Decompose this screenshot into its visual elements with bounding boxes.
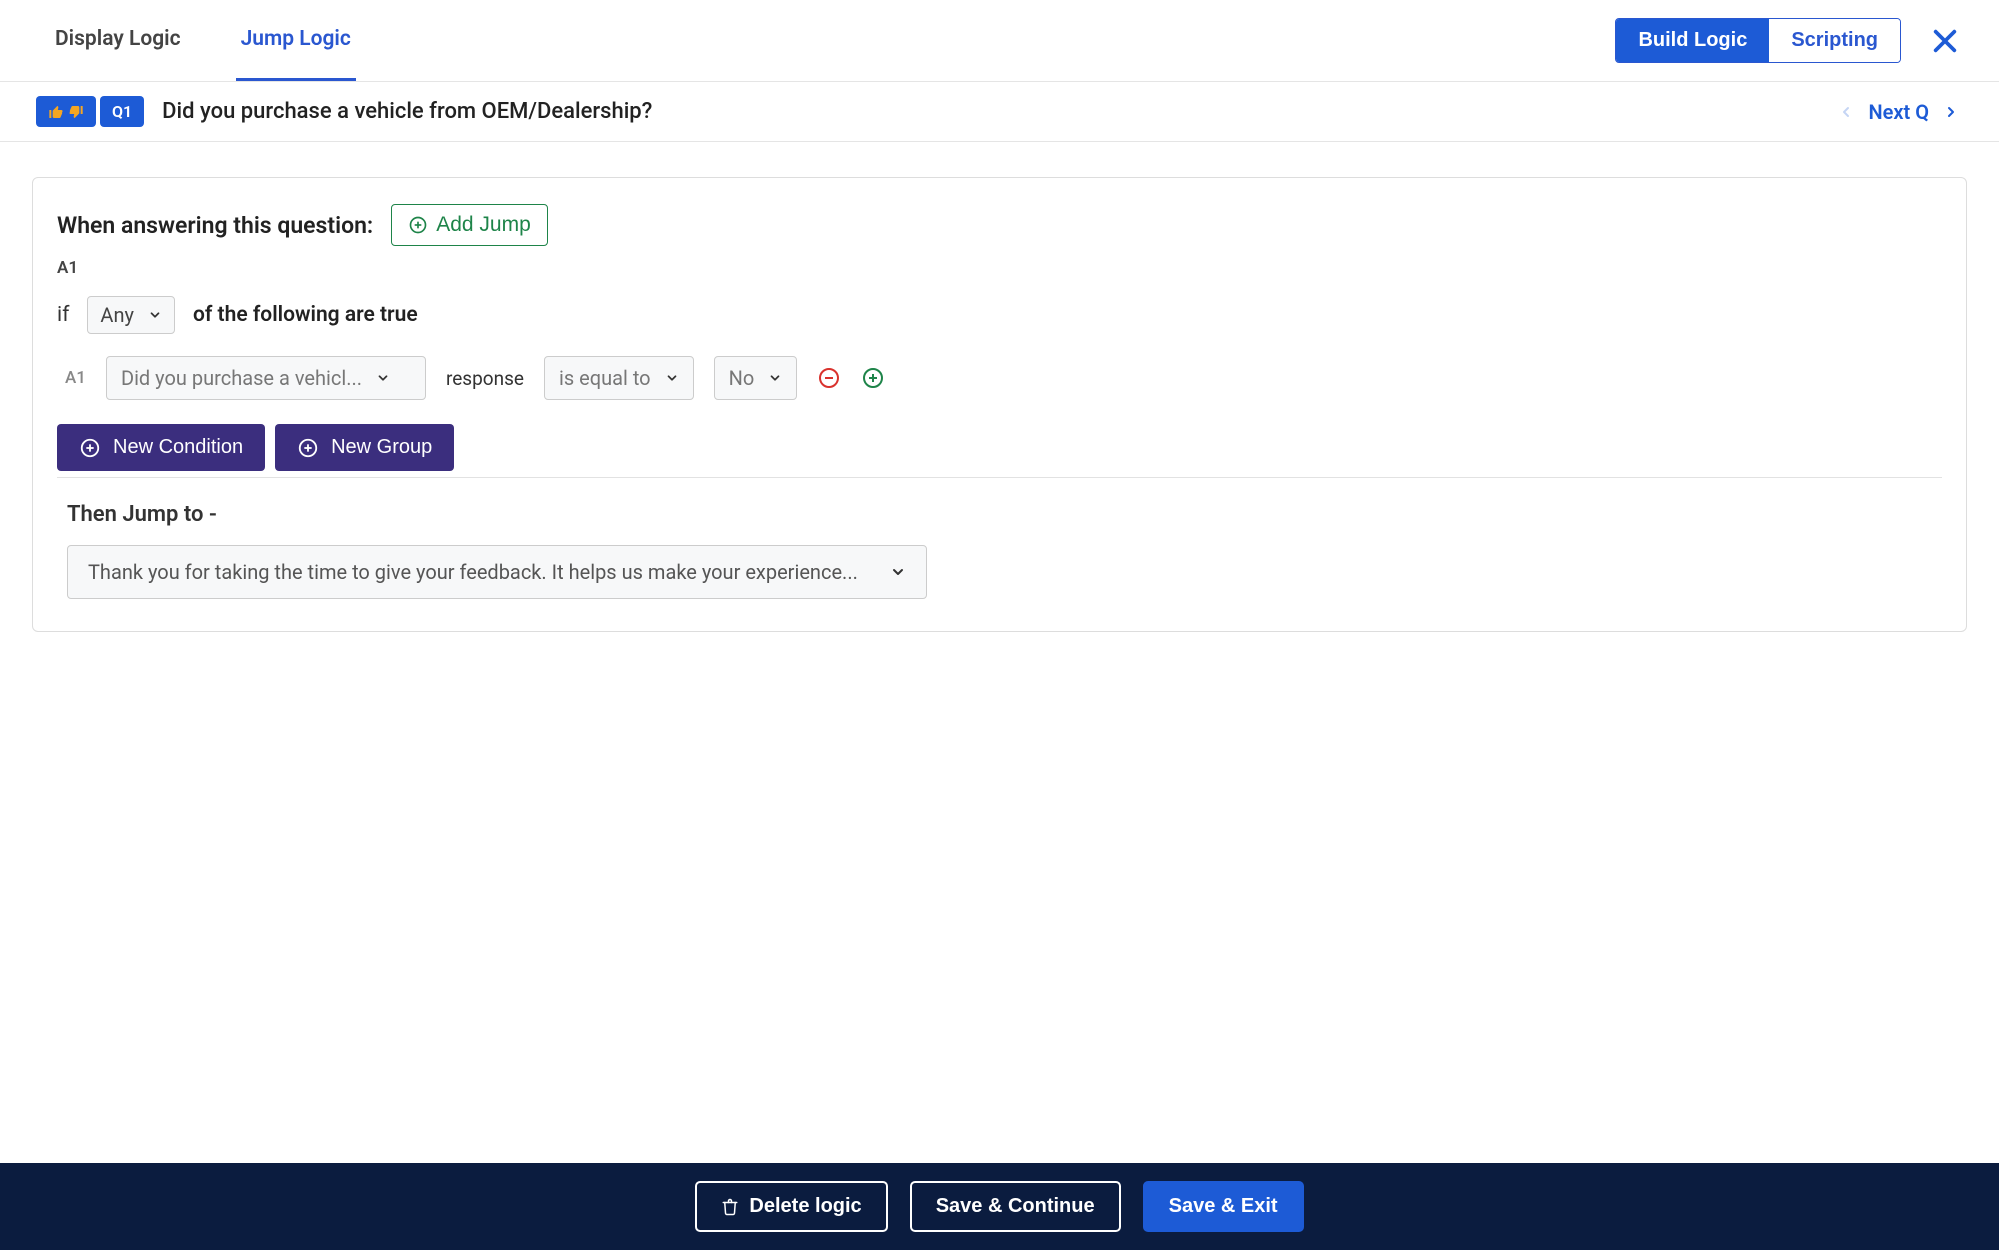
delete-logic-label: Delete logic — [749, 1195, 861, 1218]
operator-dropdown[interactable]: is equal to — [544, 356, 694, 400]
question-left: Q1 Did you purchase a vehicle from OEM/D… — [36, 96, 652, 127]
prev-question-icon[interactable] — [1838, 104, 1854, 120]
next-question-icon[interactable] — [1943, 104, 1959, 120]
of-following-label: of the following are true — [193, 303, 418, 327]
build-logic-toggle[interactable]: Build Logic — [1616, 19, 1769, 62]
action-buttons: New Condition New Group — [57, 424, 1942, 471]
add-jump-button[interactable]: Add Jump — [391, 204, 548, 246]
chevron-down-icon — [890, 564, 906, 580]
group-id-label: A1 — [57, 258, 1942, 278]
question-nav: Next Q — [1838, 100, 1959, 124]
tab-display-logic[interactable]: Display Logic — [50, 0, 186, 81]
then-section: Then Jump to - Thank you for taking the … — [57, 477, 1942, 599]
chevron-down-icon — [376, 371, 390, 385]
remove-rule-icon[interactable] — [817, 366, 841, 390]
rule-question-value: Did you purchase a vehicl... — [121, 366, 362, 390]
new-condition-label: New Condition — [113, 436, 243, 459]
add-rule-icon[interactable] — [861, 366, 885, 390]
save-continue-button[interactable]: Save & Continue — [910, 1181, 1121, 1232]
plus-circle-icon — [79, 437, 101, 459]
chevron-down-icon — [148, 308, 162, 322]
rule-index: A1 — [65, 368, 86, 388]
jump-target-dropdown[interactable]: Thank you for taking the time to give yo… — [67, 545, 927, 599]
rule-question-dropdown[interactable]: Did you purchase a vehicl... — [106, 356, 426, 400]
rule-row: A1 Did you purchase a vehicl... response… — [65, 356, 1942, 400]
logic-tabs: Display Logic Jump Logic — [50, 0, 356, 81]
plus-circle-icon — [297, 437, 319, 459]
any-all-dropdown[interactable]: Any — [87, 296, 175, 334]
question-bar: Q1 Did you purchase a vehicle from OEM/D… — [0, 82, 1999, 142]
logic-card: When answering this question: Add Jump A… — [32, 177, 1967, 632]
value-value: No — [729, 366, 755, 390]
new-group-button[interactable]: New Group — [275, 424, 454, 471]
new-group-label: New Group — [331, 436, 432, 459]
close-icon[interactable] — [1931, 27, 1959, 55]
save-continue-label: Save & Continue — [936, 1195, 1095, 1218]
save-exit-label: Save & Exit — [1169, 1195, 1278, 1218]
next-question-label[interactable]: Next Q — [1868, 100, 1929, 124]
value-dropdown[interactable]: No — [714, 356, 798, 400]
jump-target-value: Thank you for taking the time to give yo… — [88, 560, 870, 584]
if-label: if — [57, 303, 69, 327]
tab-jump-logic[interactable]: Jump Logic — [236, 0, 356, 81]
chevron-down-icon — [665, 371, 679, 385]
any-all-value: Any — [100, 303, 134, 327]
main-panel: When answering this question: Add Jump A… — [0, 142, 1999, 1163]
question-badge-group: Q1 — [36, 96, 144, 127]
response-label: response — [446, 367, 524, 390]
card-header: When answering this question: Add Jump — [57, 204, 1942, 246]
new-condition-button[interactable]: New Condition — [57, 424, 265, 471]
footer-bar: Delete logic Save & Continue Save & Exit — [0, 1163, 1999, 1250]
operator-value: is equal to — [559, 366, 651, 390]
delete-logic-button[interactable]: Delete logic — [695, 1181, 887, 1232]
top-bar: Display Logic Jump Logic Build Logic Scr… — [0, 0, 1999, 82]
question-text: Did you purchase a vehicle from OEM/Deal… — [162, 99, 652, 124]
save-exit-button[interactable]: Save & Exit — [1143, 1181, 1304, 1232]
trash-icon — [721, 1198, 739, 1216]
thumbs-up-icon — [48, 104, 64, 120]
thumbs-badge — [36, 96, 96, 127]
when-answering-label: When answering this question: — [57, 212, 373, 239]
mode-toggle: Build Logic Scripting — [1615, 18, 1901, 63]
chevron-down-icon — [768, 371, 782, 385]
plus-circle-icon — [408, 215, 428, 235]
add-jump-label: Add Jump — [436, 213, 531, 237]
condition-line: if Any of the following are true — [57, 296, 1942, 334]
scripting-toggle[interactable]: Scripting — [1769, 19, 1900, 62]
thumbs-down-icon — [68, 104, 84, 120]
top-right-controls: Build Logic Scripting — [1615, 18, 1959, 63]
question-id-badge: Q1 — [100, 96, 144, 127]
then-jump-to-label: Then Jump to - — [67, 502, 1942, 527]
